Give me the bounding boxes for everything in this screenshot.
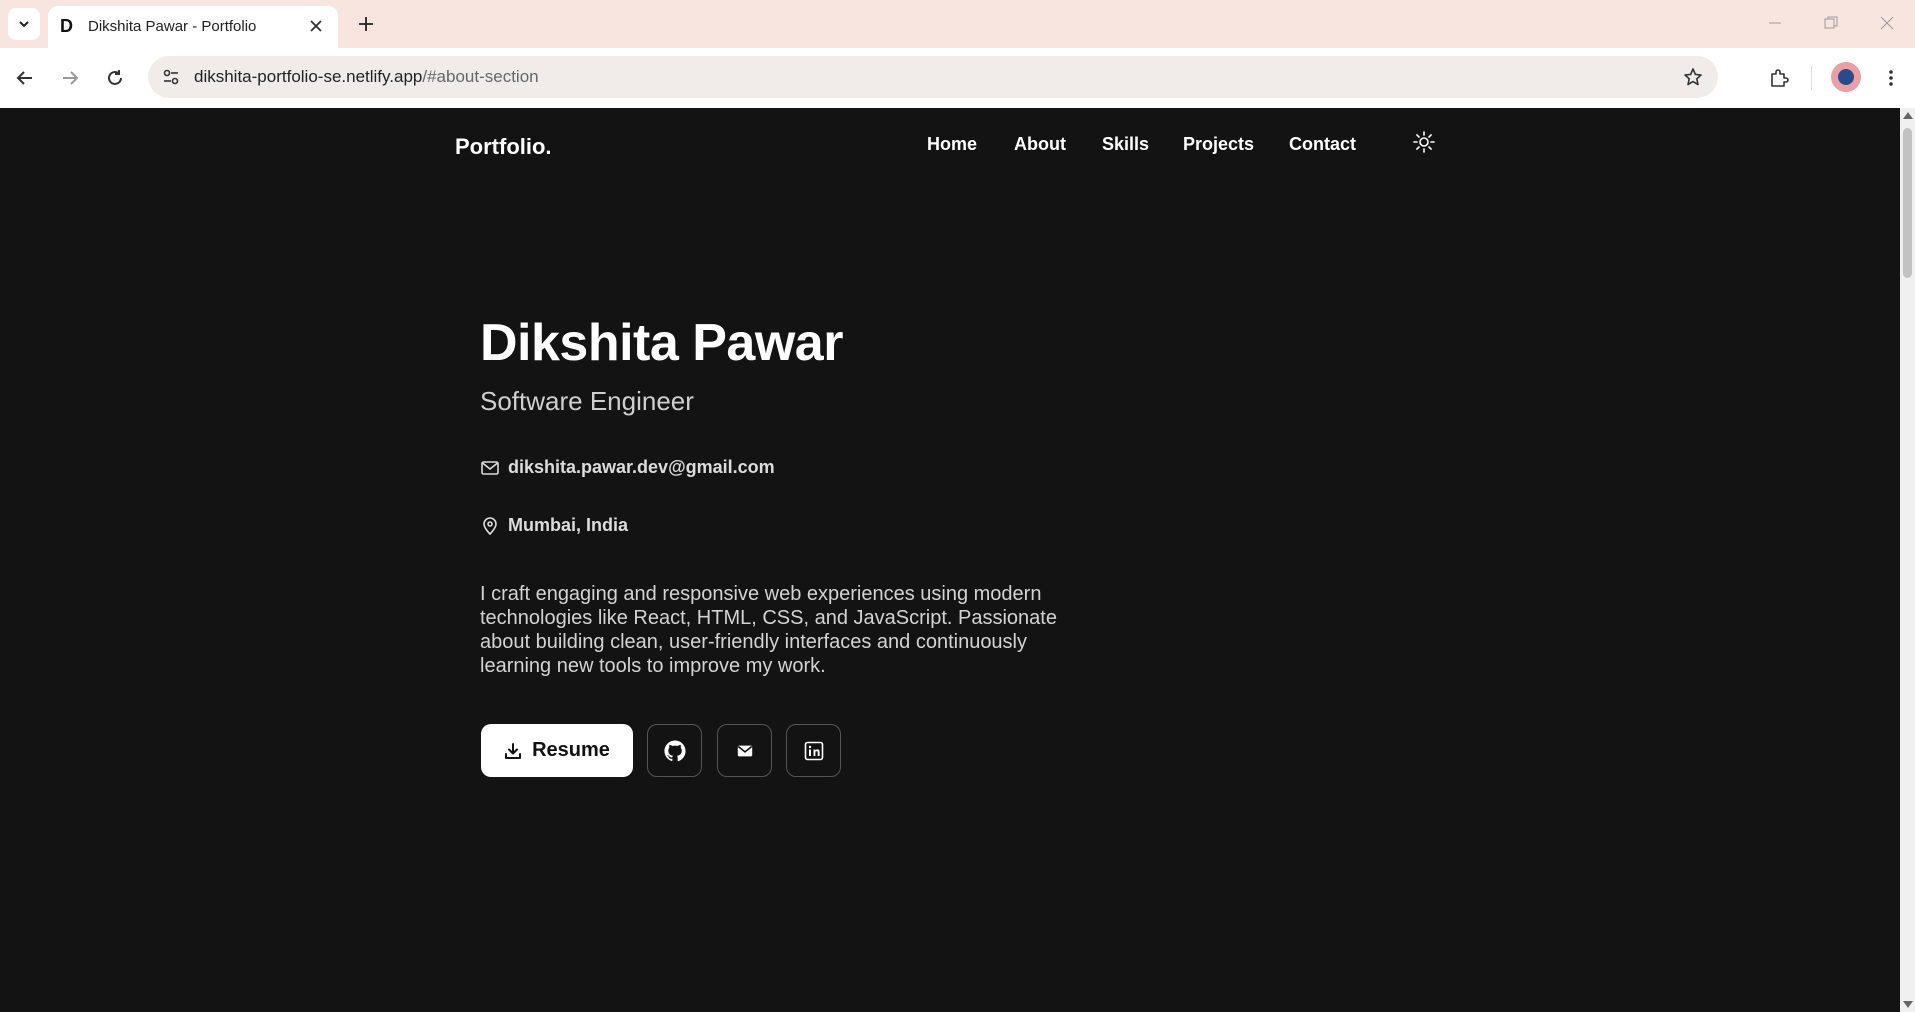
- avatar-icon: [1838, 69, 1854, 85]
- sun-icon: [1413, 131, 1435, 153]
- theme-toggle-button[interactable]: [1410, 128, 1438, 156]
- back-button[interactable]: [9, 62, 41, 94]
- close-window-button[interactable]: [1867, 8, 1907, 38]
- bookmark-star-button[interactable]: [1678, 62, 1708, 92]
- github-link-button[interactable]: [647, 724, 702, 777]
- site-logo[interactable]: Portfolio.: [455, 134, 552, 160]
- mail-icon: [481, 460, 499, 475]
- url-path: /#about-section: [422, 67, 539, 86]
- hero-role: Software Engineer: [480, 386, 694, 416]
- profile-avatar[interactable]: [1831, 62, 1861, 92]
- nav-contact[interactable]: Contact: [1289, 134, 1356, 155]
- email-link-button[interactable]: [717, 724, 772, 777]
- scroll-up-arrow-icon[interactable]: [1903, 112, 1913, 119]
- minimize-button[interactable]: [1755, 8, 1795, 38]
- nav-home[interactable]: Home: [927, 134, 977, 155]
- page-viewport: Portfolio. Home About Skills Projects Co…: [0, 108, 1900, 1012]
- scrollbar-thumb[interactable]: [1903, 128, 1912, 278]
- reload-icon: [108, 70, 122, 85]
- github-icon: [663, 739, 686, 761]
- browser-tab[interactable]: D Dikshita Pawar - Portfolio: [48, 6, 338, 48]
- map-pin-icon: [483, 516, 497, 535]
- plus-icon: [359, 17, 373, 31]
- contact-email[interactable]: dikshita.pawar.dev@gmail.com: [508, 457, 775, 478]
- download-icon: [505, 742, 522, 759]
- tab-search-button[interactable]: [8, 8, 40, 40]
- star-icon: [1684, 68, 1702, 86]
- reload-button[interactable]: [99, 62, 131, 94]
- forward-button[interactable]: [54, 62, 86, 94]
- new-tab-button[interactable]: [350, 8, 382, 40]
- contact-email-row[interactable]: dikshita.pawar.dev@gmail.com: [480, 457, 775, 478]
- browser-tab-bar: D Dikshita Pawar - Portfolio: [0, 0, 1915, 48]
- resume-label: Resume: [532, 739, 610, 761]
- mail-icon: [737, 745, 752, 756]
- arrow-left-icon: [16, 71, 32, 85]
- more-vertical-icon: [1889, 70, 1893, 86]
- tab-title: Dikshita Pawar - Portfolio: [88, 18, 257, 35]
- browser-toolbar: dikshita-portfolio-se.netlify.app/#about…: [0, 48, 1915, 108]
- scroll-down-arrow-icon[interactable]: [1903, 1001, 1913, 1008]
- close-icon: [1880, 16, 1894, 30]
- linkedin-icon: [804, 741, 823, 760]
- toolbar-divider: [1811, 66, 1812, 90]
- contact-location-row: Mumbai, India: [480, 515, 628, 536]
- nav-about[interactable]: About: [1014, 134, 1066, 155]
- url-text: dikshita-portfolio-se.netlify.app/#about…: [194, 67, 539, 87]
- nav-projects[interactable]: Projects: [1183, 134, 1254, 155]
- linkedin-link-button[interactable]: [786, 724, 841, 777]
- close-icon: [310, 20, 322, 32]
- nav-skills[interactable]: Skills: [1102, 134, 1149, 155]
- puzzle-icon: [1771, 69, 1789, 87]
- page-scrollbar[interactable]: [1900, 108, 1915, 1012]
- url-host: dikshita-portfolio-se.netlify.app: [194, 67, 423, 86]
- resume-download-button[interactable]: Resume: [481, 724, 633, 777]
- address-bar[interactable]: dikshita-portfolio-se.netlify.app/#about…: [148, 56, 1718, 98]
- favicon-icon: D: [60, 16, 73, 36]
- site-settings-icon[interactable]: [158, 64, 184, 90]
- extensions-button[interactable]: [1763, 62, 1795, 94]
- minimize-icon: [1769, 22, 1781, 24]
- chevron-down-icon: [19, 21, 29, 28]
- hero-description: I craft engaging and responsive web expe…: [480, 583, 1057, 677]
- restore-icon: [1824, 16, 1838, 29]
- hero-name: Dikshita Pawar: [480, 314, 843, 372]
- browser-menu-button[interactable]: [1875, 62, 1907, 94]
- contact-location: Mumbai, India: [508, 515, 629, 535]
- tab-close-button[interactable]: [304, 14, 328, 38]
- restore-button[interactable]: [1811, 8, 1851, 38]
- arrow-right-icon: [63, 71, 79, 85]
